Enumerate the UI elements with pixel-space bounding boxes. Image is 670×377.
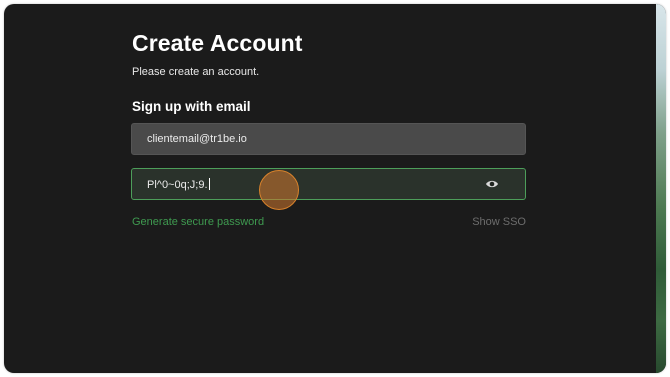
password-field-value: Pl^0~0q;J;9. [147,178,210,191]
email-field-value: clientemail@tr1be.io [147,133,247,145]
page-title: Create Account [132,30,303,56]
show-sso-link[interactable]: Show SSO [472,216,526,228]
password-text: Pl^0~0q;J;9. [147,179,208,191]
app-window: Create Account Please create an account.… [4,4,666,373]
signup-section-title: Sign up with email [132,99,251,114]
eye-icon[interactable] [485,179,499,189]
text-caret [208,178,210,190]
page-subtitle: Please create an account. [132,66,260,78]
generate-password-link[interactable]: Generate secure password [132,216,264,228]
click-indicator [259,170,299,210]
background-photo-edge [656,4,666,373]
password-field[interactable]: Pl^0~0q;J;9. [131,168,526,200]
email-field[interactable]: clientemail@tr1be.io [131,123,526,155]
